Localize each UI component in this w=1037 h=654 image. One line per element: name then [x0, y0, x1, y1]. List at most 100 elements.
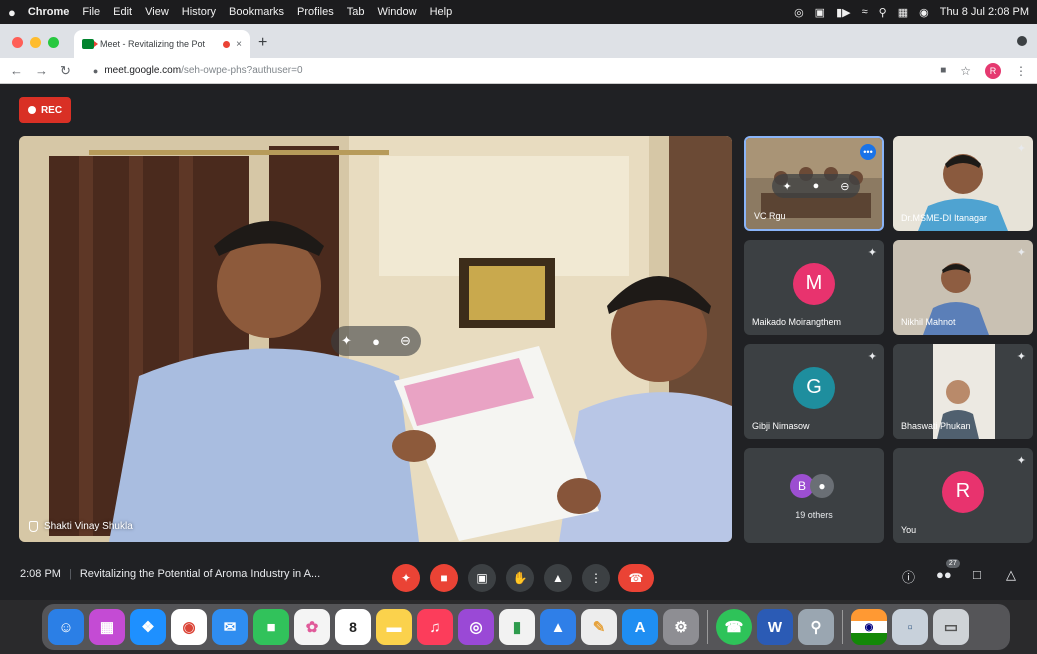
- keynote-icon[interactable]: ▲: [540, 609, 576, 645]
- numbers-icon[interactable]: ▮: [499, 609, 535, 645]
- spotlight-search-icon[interactable]: ⚲: [879, 6, 887, 19]
- preview-icon[interactable]: ⚲: [798, 609, 834, 645]
- mail-icon[interactable]: ✉: [212, 609, 248, 645]
- hangup-icon: ☎: [628, 571, 644, 585]
- menubar-clock[interactable]: Thu 8 Jul 2:08 PM: [940, 6, 1029, 18]
- remove-icon[interactable]: ⊖: [400, 333, 411, 349]
- podcasts-icon[interactable]: ◎: [458, 609, 494, 645]
- muted-mic-icon: ✦: [867, 351, 877, 363]
- menu-profiles[interactable]: Profiles: [297, 6, 334, 18]
- mic-icon[interactable]: ●: [813, 180, 820, 192]
- finder-icon[interactable]: ☺: [48, 609, 84, 645]
- downloads-stack-icon[interactable]: ▫: [892, 609, 928, 645]
- participant-tile-others[interactable]: B ● 19 others: [744, 448, 884, 543]
- chrome-icon[interactable]: ◉: [171, 609, 207, 645]
- address-bar[interactable]: meet.google.com/seh-owpe-phs?authuser=0: [104, 65, 302, 76]
- macos-menu-bar: ● Chrome File Edit View History Bookmark…: [0, 0, 1037, 24]
- main-speaker-tile[interactable]: ✦ ● ⊖ Shakti Vinay Shukla: [19, 136, 732, 542]
- mic-toggle-button[interactable]: ✦: [392, 564, 420, 592]
- camera-in-use-icon[interactable]: ■: [940, 65, 946, 76]
- meeting-info-button[interactable]: ⓘ: [902, 567, 915, 586]
- recording-chip[interactable]: REC: [19, 97, 71, 123]
- apple-menu-icon[interactable]: ●: [8, 5, 16, 20]
- app-store-icon[interactable]: A: [622, 609, 658, 645]
- participant-name: VC Rgu: [754, 211, 786, 221]
- pin-icon[interactable]: ✦: [782, 180, 791, 193]
- menu-file[interactable]: File: [82, 6, 100, 18]
- menu-history[interactable]: History: [182, 6, 216, 18]
- more-options-button[interactable]: ⋮: [582, 564, 610, 592]
- profile-avatar[interactable]: R: [985, 62, 1001, 79]
- trash-icon[interactable]: ▭: [933, 609, 969, 645]
- calendar-icon[interactable]: 8: [335, 609, 371, 645]
- participant-tile-vc-rgu[interactable]: ••• ✦ ● ⊖ VC Rgu: [744, 136, 884, 231]
- display-icon[interactable]: ▣: [815, 6, 825, 19]
- browser-toolbar: ← → ↻ ● meet.google.com/seh-owpe-phs?aut…: [0, 58, 1037, 84]
- menu-chrome[interactable]: Chrome: [28, 6, 70, 18]
- participant-tile-bhaswati[interactable]: ✦ Bhaswati Phukan: [893, 344, 1033, 439]
- forward-arrow-icon[interactable]: →: [35, 63, 48, 78]
- camera-toggle-button[interactable]: ■: [430, 564, 458, 592]
- tile-hover-controls: ✦ ● ⊖: [772, 174, 860, 198]
- reload-icon[interactable]: ↻: [60, 63, 71, 79]
- screen-record-icon[interactable]: ◎: [794, 6, 804, 19]
- pages-icon[interactable]: ✎: [581, 609, 617, 645]
- menu-tab[interactable]: Tab: [347, 6, 365, 18]
- chat-button[interactable]: □: [973, 567, 981, 582]
- notes-icon[interactable]: ▬: [376, 609, 412, 645]
- control-center-icon[interactable]: ▦: [898, 6, 908, 19]
- present-button[interactable]: ▲: [544, 564, 572, 592]
- people-button[interactable]: ●● 27: [936, 559, 960, 582]
- siri-icon[interactable]: ◉: [919, 6, 929, 19]
- launchpad-icon[interactable]: ▦: [89, 609, 125, 645]
- menu-edit[interactable]: Edit: [113, 6, 132, 18]
- participant-tile-msme[interactable]: ✦ Dr.MSME-DI Itanagar: [893, 136, 1033, 231]
- whatsapp-icon[interactable]: ☎: [716, 609, 752, 645]
- chrome-menu-icon[interactable]: ⋮: [1015, 64, 1027, 78]
- back-arrow-icon[interactable]: ←: [10, 63, 23, 78]
- participant-tile-gibji[interactable]: ✦ G Gibji Nimasow: [744, 344, 884, 439]
- participant-tile-maikado[interactable]: ✦ M Maikado Moirangthem: [744, 240, 884, 335]
- tab-search-icon[interactable]: [1017, 36, 1027, 46]
- menu-view[interactable]: View: [145, 6, 169, 18]
- india-flag-image-icon[interactable]: ◉: [851, 609, 887, 645]
- dock-separator: [707, 610, 708, 644]
- new-tab-button[interactable]: +: [258, 34, 267, 52]
- close-window-button[interactable]: [12, 37, 23, 48]
- pin-icon[interactable]: ✦: [341, 333, 352, 349]
- tab-close-button[interactable]: ×: [236, 39, 242, 50]
- bookmark-star-icon[interactable]: ☆: [960, 64, 971, 78]
- captions-button[interactable]: ▣: [468, 564, 496, 592]
- wifi-icon[interactable]: ≈: [862, 6, 868, 18]
- leave-call-button[interactable]: ☎: [618, 564, 654, 592]
- mic-icon[interactable]: ●: [372, 334, 380, 349]
- browser-tab-meet[interactable]: Meet - Revitalizing the Pot ×: [74, 30, 250, 58]
- zoom-window-button[interactable]: [48, 37, 59, 48]
- menu-window[interactable]: Window: [377, 6, 416, 18]
- meeting-title: Revitalizing the Potential of Aroma Indu…: [79, 568, 321, 580]
- google-meet-icon: [82, 39, 98, 49]
- participant-tile-nikhil[interactable]: ✦ Nikhil Mahnot: [893, 240, 1033, 335]
- activities-button[interactable]: △: [1006, 567, 1016, 583]
- menu-help[interactable]: Help: [430, 6, 453, 18]
- more-vert-icon: ⋮: [590, 571, 602, 585]
- window-controls: [12, 37, 59, 48]
- participant-tile-you[interactable]: ✦ R You: [893, 448, 1033, 543]
- system-preferences-icon[interactable]: ⚙: [663, 609, 699, 645]
- battery-icon[interactable]: ▮▶: [836, 6, 851, 19]
- muted-mic-icon: ✦: [1016, 143, 1026, 155]
- word-icon[interactable]: W: [757, 609, 793, 645]
- recording-indicator-icon: [223, 40, 231, 48]
- minimize-window-button[interactable]: [30, 37, 41, 48]
- safari-icon[interactable]: ❖: [130, 609, 166, 645]
- remove-icon[interactable]: ⊖: [840, 180, 849, 193]
- menu-bookmarks[interactable]: Bookmarks: [229, 6, 284, 18]
- facetime-icon[interactable]: ■: [253, 609, 289, 645]
- raise-hand-button[interactable]: ✋: [506, 564, 534, 592]
- more-options-icon[interactable]: •••: [860, 144, 876, 160]
- photos-icon[interactable]: ✿: [294, 609, 330, 645]
- self-avatar: R: [942, 470, 984, 513]
- music-icon[interactable]: ♫: [417, 609, 453, 645]
- lock-icon[interactable]: ●: [93, 66, 98, 76]
- pinned-icon: [29, 521, 38, 532]
